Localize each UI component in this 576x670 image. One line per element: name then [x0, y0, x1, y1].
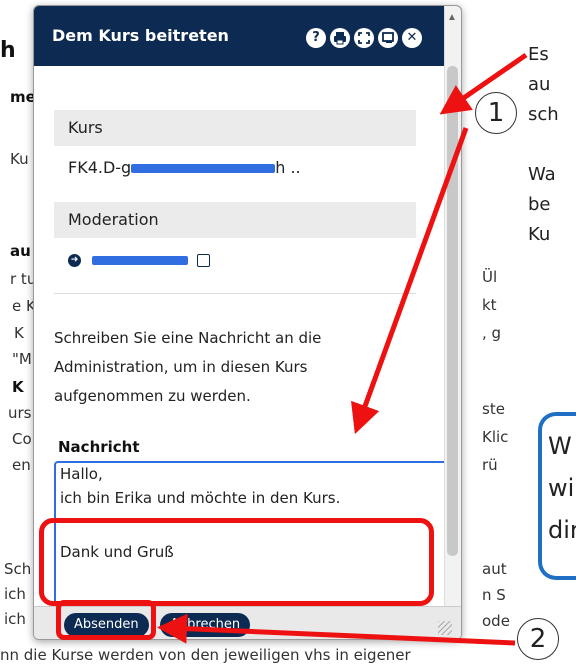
arrow-to-send [157, 613, 516, 646]
arrow-to-header [439, 52, 528, 115]
arrow-to-message [351, 127, 469, 435]
annotation-arrows [157, 52, 528, 646]
